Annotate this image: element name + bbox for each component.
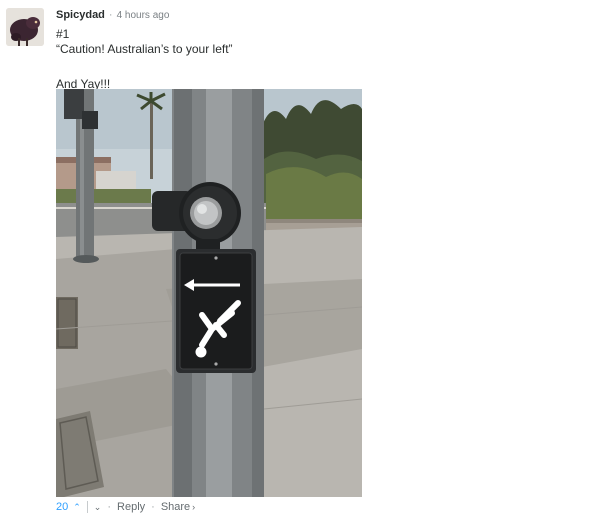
attached-photo[interactable]: [56, 89, 362, 497]
crosswalk-photo: [56, 89, 362, 497]
comment-line-2: “Caution! Australian’s to your left”: [56, 42, 233, 56]
downvote-button[interactable]: ⌄: [94, 502, 102, 513]
author-name[interactable]: Spicydad: [56, 9, 105, 21]
comment-body: Spicydad · 4 hours ago #1 “Caution! Austra…: [56, 8, 596, 92]
comment-line-1: #1: [56, 27, 70, 41]
chevron-right-icon: ›: [192, 502, 196, 512]
reply-button[interactable]: Reply: [117, 501, 145, 513]
meta-separator: ·: [108, 9, 113, 21]
comment: Spicydad · 4 hours ago #1 “Caution! Austra…: [0, 0, 600, 518]
vote-divider: [86, 501, 88, 513]
footer-dot: ·: [151, 501, 155, 513]
avatar[interactable]: [6, 8, 44, 46]
share-label: Share: [160, 501, 191, 513]
comment-footer: 20 ⌃ ⌄ · Reply · Share ›: [56, 499, 195, 515]
upvote-count: 20: [56, 501, 69, 513]
footer-dot: ·: [107, 501, 112, 513]
avatar-image: [6, 8, 44, 46]
timestamp[interactable]: 4 hours ago: [117, 10, 170, 21]
comment-text: #1 “Caution! Australian’s to your left” …: [56, 27, 596, 92]
chevron-down-icon: ⌄: [93, 501, 102, 512]
upvote-button[interactable]: 20 ⌃: [56, 501, 81, 513]
chevron-up-icon: ⌃: [73, 501, 81, 512]
share-button[interactable]: Share ›: [161, 501, 195, 513]
comment-meta: Spicydad · 4 hours ago: [56, 8, 596, 22]
